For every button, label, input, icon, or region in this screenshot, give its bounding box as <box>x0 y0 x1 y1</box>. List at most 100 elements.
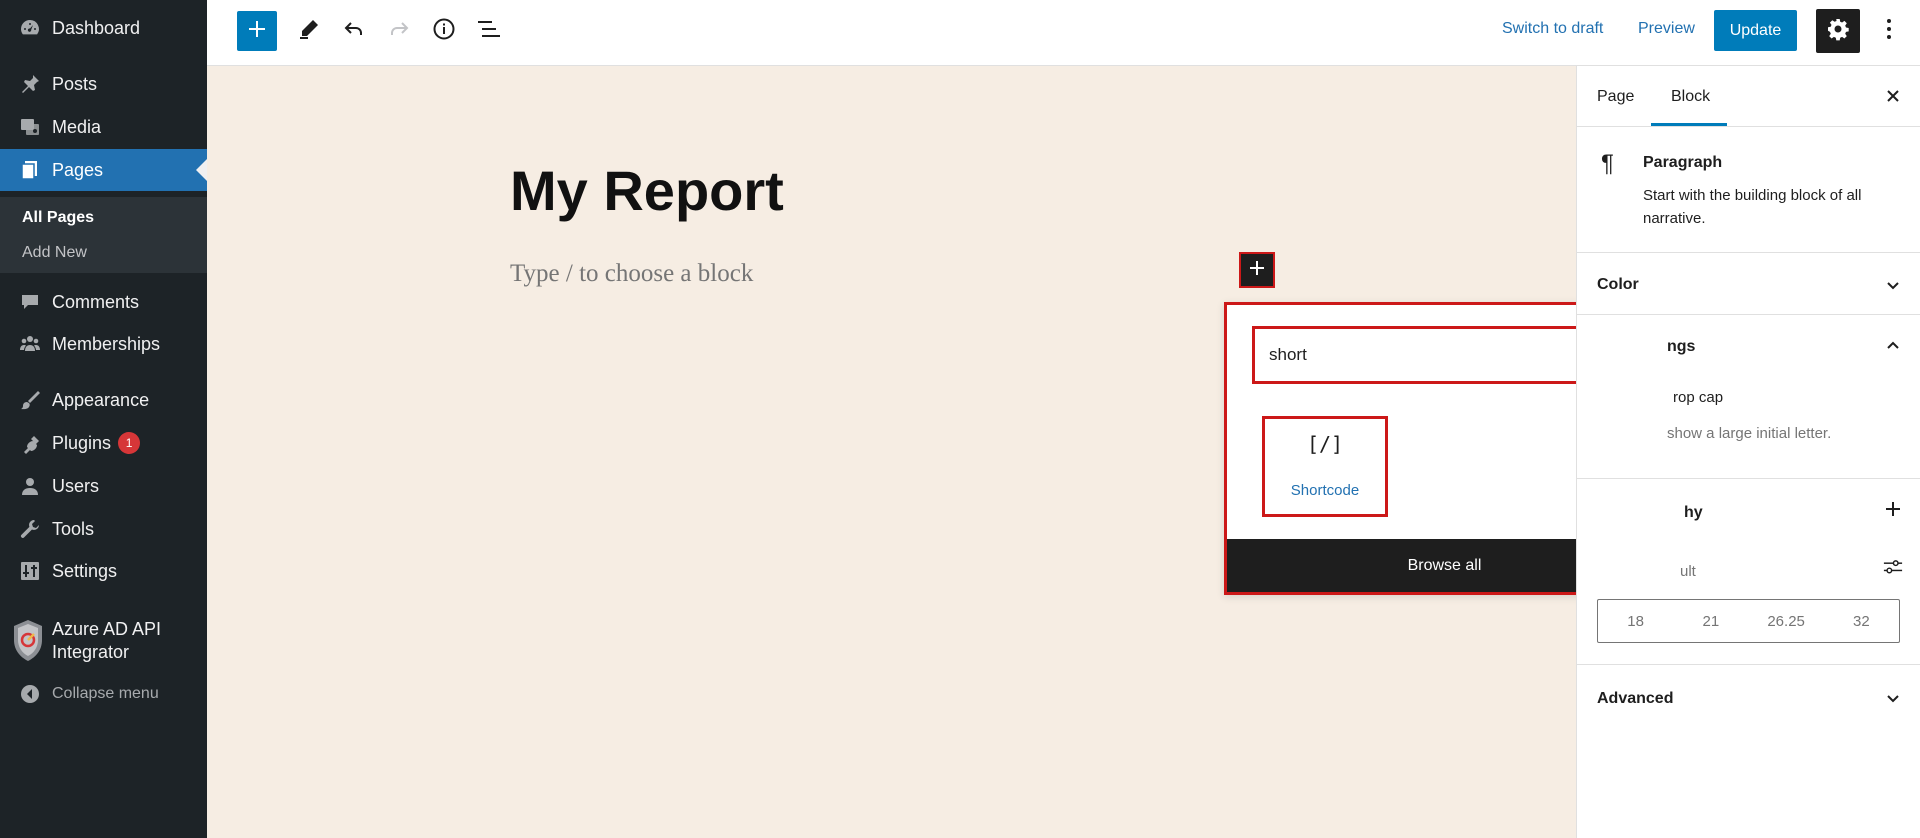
chevron-down-icon[interactable] <box>1883 688 1903 708</box>
shortcode-block-result[interactable]: [/] Shortcode <box>1262 416 1388 517</box>
details-button[interactable] <box>424 11 464 51</box>
list-view-button[interactable] <box>469 11 509 51</box>
drop-cap-label[interactable]: rop cap <box>1673 389 1723 406</box>
divider <box>1577 314 1920 315</box>
more-vertical-icon <box>1886 18 1892 45</box>
redo-button[interactable] <box>379 11 419 51</box>
menu-label: Plugins <box>52 432 112 453</box>
plugins-update-badge: 1 <box>118 432 141 454</box>
submenu-add-new[interactable]: Add New <box>22 244 87 262</box>
undo-button[interactable] <box>334 11 374 51</box>
paragraph-icon: ¶ <box>1601 150 1614 177</box>
close-icon <box>1885 88 1901 109</box>
font-size-option[interactable]: 21 <box>1673 600 1748 642</box>
gear-icon <box>1826 17 1850 46</box>
shield-logo-icon <box>10 618 46 664</box>
paragraph-placeholder[interactable]: Type / to choose a block <box>510 260 753 288</box>
preview-button[interactable]: Preview <box>1638 20 1695 38</box>
divider <box>1577 478 1920 479</box>
font-size-option[interactable]: 32 <box>1824 600 1899 642</box>
info-icon <box>432 17 456 46</box>
menu-label: Appearance <box>52 389 150 410</box>
font-size-option[interactable]: 26.25 <box>1749 600 1824 642</box>
menu-item-comments[interactable]: Comments <box>0 282 207 322</box>
text-settings-panel-toggle[interactable]: ngs <box>1667 338 1695 356</box>
user-icon <box>18 474 42 498</box>
menu-label: Posts <box>52 73 98 94</box>
block-description: Start with the building block of all nar… <box>1643 187 1862 227</box>
media-icon <box>18 115 42 139</box>
menu-item-posts[interactable]: Posts <box>0 64 207 104</box>
typography-panel-title: hy <box>1684 504 1703 521</box>
switch-to-draft-button[interactable]: Switch to draft <box>1502 20 1603 38</box>
block-name: Paragraph <box>1643 154 1723 171</box>
tab-block[interactable]: Block <box>1671 88 1710 106</box>
pages-submenu: All Pages Add New <box>0 197 207 273</box>
menu-label: Users <box>52 475 100 496</box>
update-button[interactable]: Update <box>1714 10 1797 51</box>
menu-label: Pages <box>52 159 104 180</box>
pin-icon <box>18 72 42 96</box>
menu-item-users[interactable]: Users <box>0 466 207 506</box>
menu-label: Azure AD API Integrator <box>52 619 162 662</box>
shortcode-icon: [/] <box>1306 432 1344 456</box>
dashboard-icon <box>18 16 42 40</box>
menu-item-tools[interactable]: Tools <box>0 509 207 549</box>
result-label: Shortcode <box>1290 482 1360 499</box>
menu-label: Tools <box>52 518 95 539</box>
menu-item-azure-ad[interactable]: Azure AD API Integrator <box>0 612 207 670</box>
menu-item-settings[interactable]: Settings <box>0 551 207 591</box>
font-size-default-label: ult <box>1680 563 1696 580</box>
font-size-picker: 18 21 26.25 32 <box>1597 599 1900 643</box>
chevron-up-icon[interactable] <box>1883 336 1903 356</box>
collapse-arrow-icon <box>20 684 40 704</box>
brush-icon <box>18 388 42 412</box>
pages-icon <box>18 158 42 182</box>
menu-label: Memberships <box>52 333 161 354</box>
toggle-inserter-button[interactable] <box>237 11 277 51</box>
menu-item-dashboard[interactable]: Dashboard <box>0 8 207 48</box>
close-settings-button[interactable] <box>1881 86 1905 110</box>
undo-icon <box>342 17 366 46</box>
plus-icon <box>1248 259 1266 282</box>
plugin-icon <box>18 431 42 455</box>
drop-cap-help: show a large initial letter. <box>1667 425 1832 442</box>
plus-icon <box>246 18 268 45</box>
pencil-icon <box>297 17 321 46</box>
tools-button[interactable] <box>289 11 329 51</box>
comment-icon <box>18 290 42 314</box>
custom-size-sliders-icon[interactable] <box>1883 557 1903 577</box>
editor-toolbar: Switch to draft Preview Update <box>207 0 1920 66</box>
wrench-icon <box>18 517 42 541</box>
post-title[interactable]: My Report <box>510 158 784 223</box>
menu-label: Dashboard <box>52 17 141 38</box>
menu-label: Settings <box>52 560 118 581</box>
menu-item-plugins[interactable]: Plugins 1 <box>0 423 207 463</box>
collapse-label: Collapse menu <box>52 685 159 702</box>
submenu-all-pages[interactable]: All Pages <box>22 209 94 227</box>
tabs-divider <box>1577 126 1920 127</box>
block-inserter-button[interactable] <box>1239 252 1275 288</box>
divider <box>1577 252 1920 253</box>
menu-item-pages[interactable]: Pages <box>0 149 207 191</box>
divider <box>1577 664 1920 665</box>
settings-sidebar: Page Block ¶ Paragraph Start with the bu… <box>1576 66 1920 838</box>
tab-page[interactable]: Page <box>1597 88 1634 106</box>
chevron-down-icon[interactable] <box>1883 275 1903 295</box>
menu-label: Media <box>52 116 102 137</box>
color-panel-toggle[interactable]: Color <box>1597 276 1639 294</box>
menu-label: Comments <box>52 291 140 312</box>
menu-item-appearance[interactable]: Appearance <box>0 380 207 420</box>
advanced-panel-toggle[interactable]: Advanced <box>1597 690 1673 708</box>
admin-sidebar: Dashboard Posts Media Pages All Pages Ad… <box>0 0 207 838</box>
options-menu-button[interactable] <box>1874 11 1904 51</box>
settings-sliders-icon <box>18 559 42 583</box>
block-search-input[interactable] <box>1269 342 1569 368</box>
collapse-menu-button[interactable]: Collapse menu <box>0 680 207 708</box>
plus-icon[interactable] <box>1883 499 1903 519</box>
menu-item-memberships[interactable]: Memberships <box>0 324 207 364</box>
settings-toggle-button[interactable] <box>1816 9 1860 53</box>
font-size-option[interactable]: 18 <box>1598 600 1673 642</box>
menu-item-media[interactable]: Media <box>0 107 207 147</box>
groups-icon <box>18 332 42 356</box>
